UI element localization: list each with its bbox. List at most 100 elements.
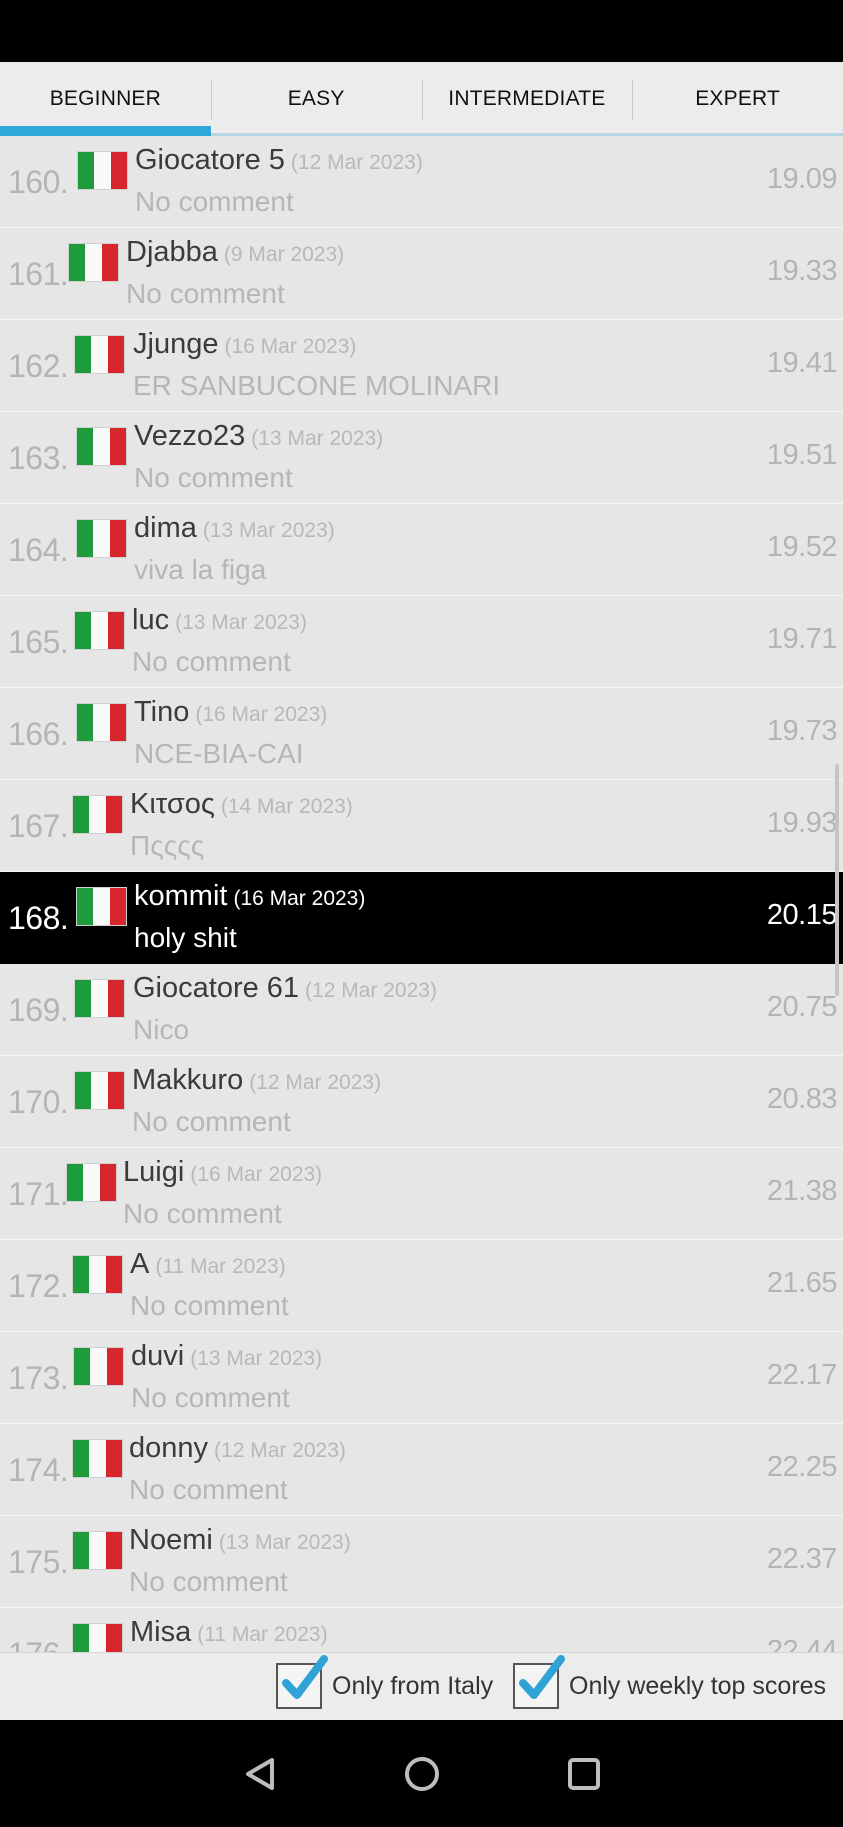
italy-flag-icon [76, 519, 127, 558]
rank-number: 168. [8, 900, 69, 936]
italy-flag-icon [74, 611, 125, 650]
rank-number: 162. [8, 348, 69, 384]
rank-number: 160. [8, 164, 69, 200]
rank-number: 161. [8, 256, 69, 292]
list-item[interactable]: 161. Djabba (9 Mar 2023) No comment 19.33 [0, 228, 843, 320]
score-date: (9 Mar 2023) [223, 243, 345, 266]
rank-number: 171. [8, 1176, 69, 1212]
italy-flag-icon [72, 795, 123, 834]
italy-flag-icon [76, 427, 127, 466]
italy-flag-icon [66, 1163, 117, 1202]
player-name: luc [132, 604, 170, 636]
player-name: Giocatore 61 [133, 972, 300, 1004]
player-name: Luigi [123, 1156, 185, 1188]
list-item[interactable]: 172. A (11 Mar 2023) No comment 21.65 [0, 1240, 843, 1332]
list-item-current-player[interactable]: 168. kommit (16 Mar 2023) holy shit 20.15 [0, 872, 843, 964]
player-name-line: Tino (16 Mar 2023) [134, 696, 327, 729]
list-item[interactable]: 166. Tino (16 Mar 2023) NCE-BIA-CAI 19.73 [0, 688, 843, 780]
rank-number: 166. [8, 716, 69, 752]
player-comment: No comment [135, 186, 294, 217]
score-time: 19.71 [766, 623, 838, 655]
player-name: Noemi [129, 1524, 213, 1556]
tab-label: EXPERT [695, 87, 781, 110]
list-item[interactable]: 162. Jjunge (16 Mar 2023) ER SANBUCONE MO… [0, 320, 843, 412]
list-item[interactable]: 176. Misa(11 Mar 2023) 22.44 [0, 1608, 843, 1652]
home-icon [404, 1756, 439, 1791]
player-name-line: Κιτσος (14 Mar 2023) [130, 788, 353, 821]
list-item[interactable]: 169. Giocatore 61 (12 Mar 2023) Nico 20.7… [0, 964, 843, 1056]
score-date: (13 Mar 2023) [190, 1347, 323, 1370]
score-time: 22.17 [766, 1359, 838, 1391]
player-comment: No comment [134, 462, 293, 493]
player-name-line: Makkuro (12 Mar 2023) [132, 1064, 381, 1097]
player-comment: No comment [130, 1290, 289, 1321]
score-time: 22.44 [766, 1635, 838, 1652]
italy-flag-icon [68, 243, 119, 282]
score-date: (12 Mar 2023) [305, 979, 437, 1002]
list-item[interactable]: 175. Noemi (13 Mar 2023) No comment 22.37 [0, 1516, 843, 1608]
score-time: 20.75 [766, 991, 838, 1023]
difficulty-tabs: BEGINNER EASY INTERMEDIATE EXPERT [0, 62, 843, 137]
score-time: 19.52 [766, 531, 838, 563]
score-time: 19.41 [766, 347, 838, 379]
player-comment: NCE-BIA-CAI [134, 738, 304, 769]
italy-flag-icon [74, 335, 125, 374]
player-name-line: donny (12 Mar 2023) [129, 1432, 346, 1465]
italy-flag-icon [72, 1439, 123, 1478]
rank-number: 170. [8, 1084, 69, 1120]
player-name-line: kommit (16 Mar 2023) [134, 880, 365, 913]
list-item[interactable]: 173. duvi (13 Mar 2023) No comment 22.17 [0, 1332, 843, 1424]
list-item[interactable]: 170. Makkuro (12 Mar 2023) No comment 20.… [0, 1056, 843, 1148]
score-time: 20.15 [766, 899, 838, 931]
list-item[interactable]: 160. Giocatore 5 (12 Mar 2023) No comment… [0, 136, 843, 228]
player-name: Giocatore 5 [135, 144, 285, 176]
list-item[interactable]: 171. Luigi (16 Mar 2023) No comment 21.38 [0, 1148, 843, 1240]
player-name: Djabba [126, 236, 218, 268]
player-name: kommit [134, 880, 228, 912]
player-name: duvi [131, 1340, 185, 1372]
tab-label: INTERMEDIATE [448, 87, 606, 110]
player-name-line: Luigi (16 Mar 2023) [123, 1156, 322, 1189]
scrollbar[interactable] [835, 764, 839, 996]
player-name: A [130, 1248, 150, 1280]
player-comment: No comment [129, 1566, 288, 1597]
tab-easy[interactable]: EASY [210, 62, 422, 136]
player-name-line: Misa (11 Mar 2023) [130, 1616, 328, 1649]
score-time: 21.38 [766, 1175, 838, 1207]
filter-only-weekly-top-scores[interactable]: Only weekly top scores [513, 1655, 826, 1709]
list-item[interactable]: 165. luc (13 Mar 2023) No comment 19.71 [0, 596, 843, 688]
rank-number: 163. [8, 440, 69, 476]
rank-number: 175. [8, 1544, 69, 1580]
player-comment: viva la figa [134, 554, 267, 585]
player-name: Vezzo23 [134, 420, 246, 452]
back-icon [245, 1757, 274, 1790]
list-item[interactable]: 164. dima (13 Mar 2023) viva la figa 19.5… [0, 504, 843, 596]
tab-beginner[interactable]: BEGINNER [0, 62, 211, 136]
player-name: Κιτσος [130, 788, 215, 820]
tab-expert[interactable]: EXPERT [632, 62, 843, 136]
tab-intermediate[interactable]: INTERMEDIATE [421, 62, 633, 136]
player-name-line: luc (13 Mar 2023) [132, 604, 307, 637]
recents-button[interactable] [562, 1752, 606, 1796]
back-button[interactable] [238, 1752, 282, 1796]
player-name-line: Giocatore 61 (12 Mar 2023) [133, 972, 437, 1005]
player-name-line: Djabba (9 Mar 2023) [126, 236, 344, 269]
score-date: (12 Mar 2023) [214, 1439, 346, 1462]
player-name: Tino [134, 696, 190, 728]
player-comment: No comment [126, 278, 285, 309]
leaderboard-list[interactable]: 160. Giocatore 5 (12 Mar 2023) No comment… [0, 136, 843, 1652]
list-item[interactable]: 163. Vezzo23 (13 Mar 2023) No comment 19.… [0, 412, 843, 504]
rank-number: 176. [8, 1636, 69, 1652]
player-comment: Nico [133, 1014, 190, 1045]
list-item[interactable]: 174. donny (12 Mar 2023) No comment 22.25 [0, 1424, 843, 1516]
only-weekly-top-scores-checkbox[interactable] [513, 1655, 565, 1709]
player-comment: No comment [132, 1106, 291, 1137]
rank-number: 172. [8, 1268, 69, 1304]
list-item[interactable]: 167. Κιτσος (14 Mar 2023) Πςςςς 19.93 [0, 780, 843, 872]
score-time: 22.25 [766, 1451, 838, 1483]
home-button[interactable] [400, 1752, 444, 1796]
score-time: 19.93 [766, 807, 838, 839]
only-from-italy-checkbox[interactable] [276, 1655, 328, 1709]
rank-number: 173. [8, 1360, 69, 1396]
filter-only-from-italy[interactable]: Only from Italy [276, 1655, 493, 1709]
